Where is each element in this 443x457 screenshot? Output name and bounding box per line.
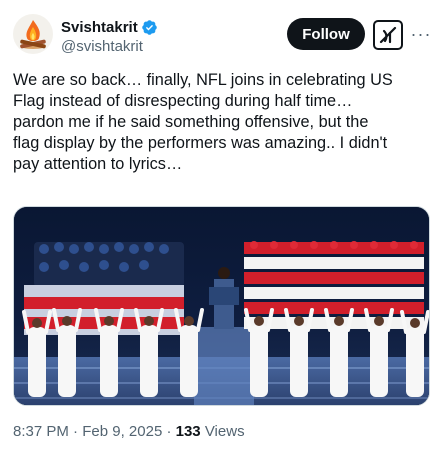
views-label: Views (204, 423, 245, 440)
views-count: 133 (175, 423, 201, 440)
tweet-media[interactable] (13, 206, 430, 406)
grok-glyph (379, 26, 397, 44)
handle[interactable]: @svishtakrit (61, 38, 158, 55)
performers-photo (14, 207, 429, 405)
tweet-date[interactable]: Feb 9, 2025 (82, 423, 162, 440)
tweet-time[interactable]: 8:37 PM (13, 423, 69, 440)
tweet-header: Svishtakrit @svishtakrit Follow ··· (13, 14, 431, 60)
display-name[interactable]: Svishtakrit (61, 19, 138, 36)
meta-separator: · (73, 423, 79, 440)
more-options-icon[interactable]: ··· (411, 20, 431, 48)
tweet-text: We are so back… finally, NFL joins in ce… (13, 71, 393, 173)
tweet-meta: 8:37 PM · Feb 9, 2025 · 133 Views (13, 423, 245, 440)
grok-icon[interactable] (373, 20, 403, 50)
author-names: Svishtakrit @svishtakrit (61, 17, 158, 55)
campfire-icon (20, 20, 46, 49)
display-name-row: Svishtakrit (61, 17, 158, 37)
verified-badge-icon (141, 19, 157, 35)
avatar[interactable] (13, 14, 53, 54)
follow-button[interactable]: Follow (287, 18, 365, 50)
meta-separator-2: · (166, 423, 172, 440)
